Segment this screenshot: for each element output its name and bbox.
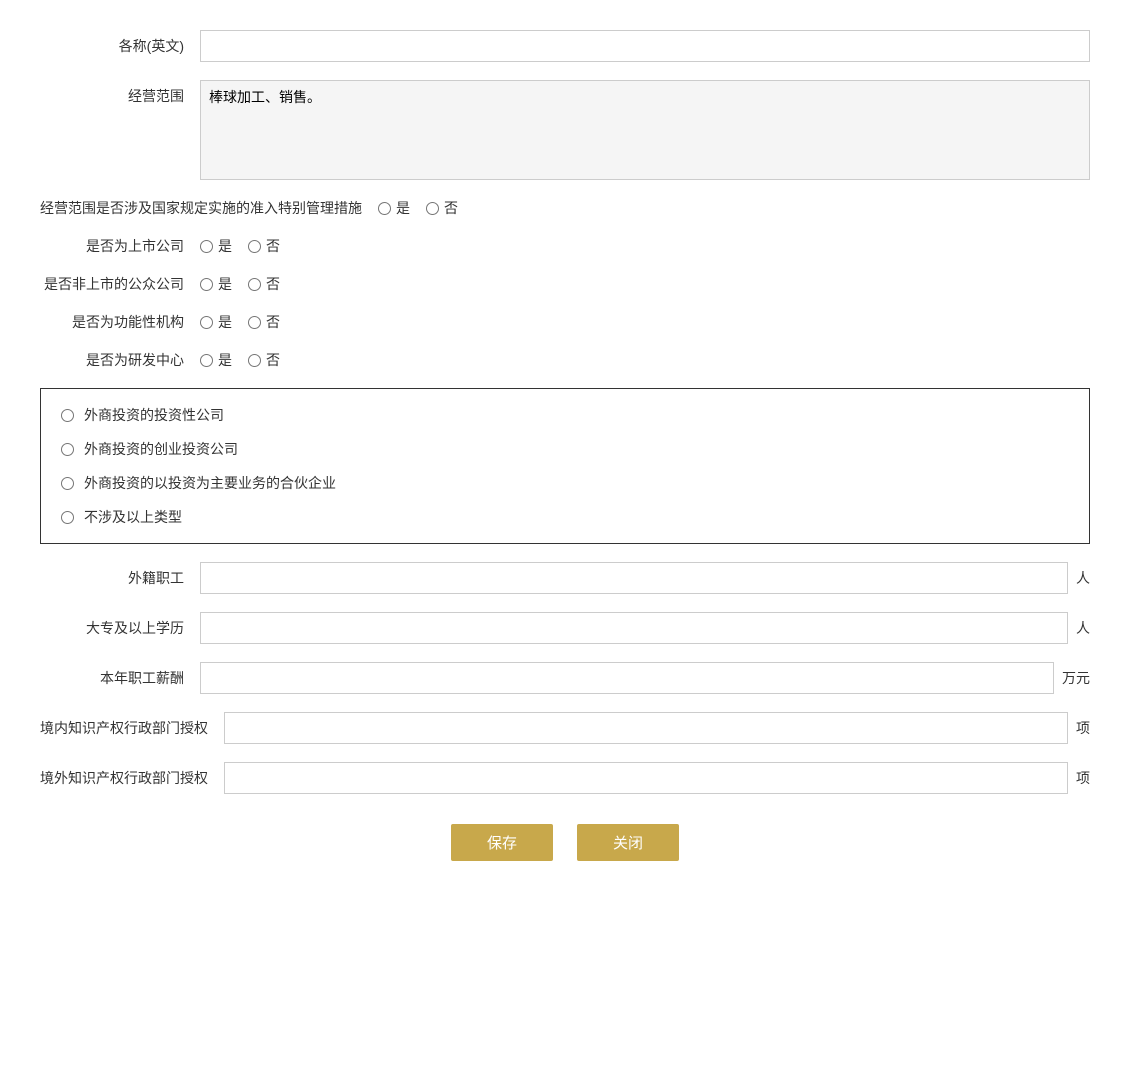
foreign-employees-row: 外籍职工 人 [40,562,1090,594]
listed-company-label: 是否为上市公司 [40,236,200,256]
business-scope-textarea[interactable]: 棒球加工、销售。 [200,80,1090,180]
functional-org-no-radio[interactable] [248,316,261,329]
foreign-ip-row: 境外知识产权行政部门授权 项 [40,762,1090,794]
foreign-employees-unit: 人 [1076,568,1090,588]
foreign-ip-input[interactable] [224,762,1068,794]
listed-company-radio-group: 是 否 [200,236,280,256]
special-management-radio-group: 是 否 [378,198,458,218]
non-listed-public-yes-option[interactable]: 是 [200,274,232,294]
rd-center-no-option[interactable]: 否 [248,350,280,370]
listed-company-row: 是否为上市公司 是 否 [40,236,1090,256]
rd-center-label: 是否为研发中心 [40,350,200,370]
domestic-ip-label: 境内知识产权行政部门授权 [40,718,224,738]
special-management-no-option[interactable]: 否 [426,198,458,218]
fi-option4-row[interactable]: 不涉及以上类型 [61,507,1069,527]
fi-option4-radio[interactable] [61,511,74,524]
listed-company-yes-option[interactable]: 是 [200,236,232,256]
save-button[interactable]: 保存 [451,824,553,861]
non-listed-public-yes-label[interactable]: 是 [218,274,232,294]
annual-salary-input[interactable] [200,662,1054,694]
special-management-label: 经营范围是否涉及国家规定实施的准入特别管理措施 [40,198,378,218]
foreign-employees-label: 外籍职工 [40,568,200,588]
special-management-row: 经营范围是否涉及国家规定实施的准入特别管理措施 是 否 [40,198,1090,218]
business-scope-row: 经营范围 棒球加工、销售。 [40,80,1090,180]
college-degree-input[interactable] [200,612,1068,644]
listed-company-no-radio[interactable] [248,240,261,253]
functional-org-no-option[interactable]: 否 [248,312,280,332]
rd-center-yes-label[interactable]: 是 [218,350,232,370]
listed-company-no-option[interactable]: 否 [248,236,280,256]
fi-option4-label[interactable]: 不涉及以上类型 [84,507,182,527]
domestic-ip-unit: 项 [1076,718,1090,738]
special-management-yes-label[interactable]: 是 [396,198,410,218]
foreign-employees-input[interactable] [200,562,1068,594]
college-degree-unit: 人 [1076,618,1090,638]
annual-salary-row: 本年职工薪酬 万元 [40,662,1090,694]
business-scope-label: 经营范围 [40,80,200,106]
close-button[interactable]: 关闭 [577,824,679,861]
listed-company-no-label[interactable]: 否 [266,236,280,256]
functional-org-yes-option[interactable]: 是 [200,312,232,332]
domestic-ip-row: 境内知识产权行政部门授权 项 [40,712,1090,744]
listed-company-yes-radio[interactable] [200,240,213,253]
college-degree-row: 大专及以上学历 人 [40,612,1090,644]
foreign-ip-label: 境外知识产权行政部门授权 [40,768,224,788]
form-container: 各称(英文) 经营范围 棒球加工、销售。 经营范围是否涉及国家规定实施的准入特别… [40,20,1090,861]
non-listed-public-radio-group: 是 否 [200,274,280,294]
fi-option1-label[interactable]: 外商投资的投资性公司 [84,405,224,425]
rd-center-yes-radio[interactable] [200,354,213,367]
functional-org-no-label[interactable]: 否 [266,312,280,332]
english-name-input[interactable] [200,30,1090,62]
functional-org-radio-group: 是 否 [200,312,280,332]
fi-option3-label[interactable]: 外商投资的以投资为主要业务的合伙企业 [84,473,336,493]
fi-option3-row[interactable]: 外商投资的以投资为主要业务的合伙企业 [61,473,1069,493]
fi-option2-label[interactable]: 外商投资的创业投资公司 [84,439,238,459]
english-name-row: 各称(英文) [40,30,1090,62]
non-listed-public-no-option[interactable]: 否 [248,274,280,294]
english-name-label: 各称(英文) [40,36,200,56]
domestic-ip-input[interactable] [224,712,1068,744]
non-listed-public-yes-radio[interactable] [200,278,213,291]
foreign-ip-unit: 项 [1076,768,1090,788]
listed-company-yes-label[interactable]: 是 [218,236,232,256]
functional-org-row: 是否为功能性机构 是 否 [40,312,1090,332]
special-management-no-radio[interactable] [426,202,439,215]
functional-org-yes-label[interactable]: 是 [218,312,232,332]
functional-org-yes-radio[interactable] [200,316,213,329]
college-degree-label: 大专及以上学历 [40,618,200,638]
fi-option2-radio[interactable] [61,443,74,456]
non-listed-public-label: 是否非上市的公众公司 [40,274,200,294]
fi-option1-row[interactable]: 外商投资的投资性公司 [61,405,1069,425]
rd-center-row: 是否为研发中心 是 否 [40,350,1090,370]
fi-option3-radio[interactable] [61,477,74,490]
foreign-investment-box: 外商投资的投资性公司 外商投资的创业投资公司 外商投资的以投资为主要业务的合伙企… [40,388,1090,544]
annual-salary-unit: 万元 [1062,668,1090,688]
fi-option2-row[interactable]: 外商投资的创业投资公司 [61,439,1069,459]
special-management-no-label[interactable]: 否 [444,198,458,218]
annual-salary-label: 本年职工薪酬 [40,668,200,688]
non-listed-public-row: 是否非上市的公众公司 是 否 [40,274,1090,294]
button-row: 保存 关闭 [40,824,1090,861]
non-listed-public-no-label[interactable]: 否 [266,274,280,294]
rd-center-yes-option[interactable]: 是 [200,350,232,370]
non-listed-public-no-radio[interactable] [248,278,261,291]
fi-option1-radio[interactable] [61,409,74,422]
rd-center-no-label[interactable]: 否 [266,350,280,370]
rd-center-radio-group: 是 否 [200,350,280,370]
functional-org-label: 是否为功能性机构 [40,312,200,332]
special-management-yes-radio[interactable] [378,202,391,215]
rd-center-no-radio[interactable] [248,354,261,367]
special-management-yes-option[interactable]: 是 [378,198,410,218]
